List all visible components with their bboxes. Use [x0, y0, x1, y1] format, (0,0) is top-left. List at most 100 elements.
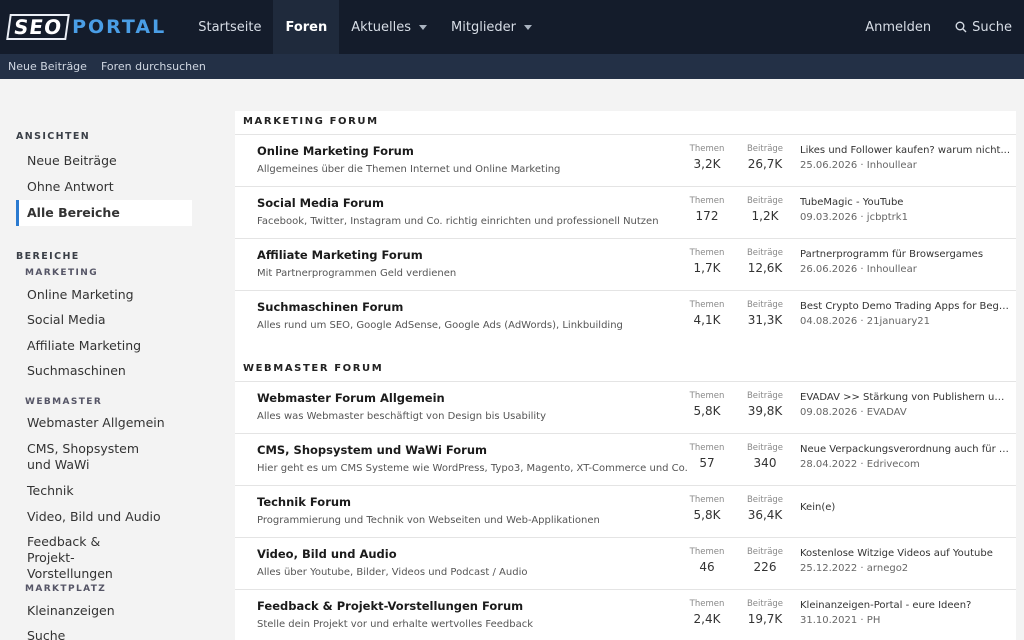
forum-description: Alles über Youtube, Bilder, Videos und P… — [257, 567, 528, 578]
stat-label: Themen — [689, 443, 725, 453]
subnav-neue-beitraege[interactable]: Neue Beiträge — [8, 60, 87, 73]
stat-beitraege: Beiträge 12,6K — [735, 248, 795, 275]
stat-themen: Themen 5,8K — [677, 391, 737, 418]
stat-label: Themen — [689, 196, 725, 206]
nav-startseite[interactable]: Startseite — [186, 0, 273, 54]
sidebar-item-suche[interactable]: Suche — [0, 628, 190, 640]
stat-label: Beiträge — [746, 495, 784, 505]
forum-title[interactable]: Online Marketing Forum — [257, 144, 414, 158]
stat-beitraege: Beiträge 26,7K — [735, 144, 795, 171]
stat-themen: Themen 172 — [677, 196, 737, 223]
stat-value: 3,2K — [693, 157, 721, 171]
forum-title[interactable]: Video, Bild und Audio — [257, 547, 397, 561]
stat-themen: Themen 5,8K — [677, 495, 737, 522]
sidebar-item-technik[interactable]: Technik — [0, 483, 190, 498]
login-link[interactable]: Anmelden — [853, 0, 943, 54]
stat-beitraege: Beiträge 340 — [735, 443, 795, 470]
last-post-title[interactable]: Best Crypto Demo Trading Apps for Begin.… — [800, 301, 1010, 312]
forum-title[interactable]: Feedback & Projekt-Vorstellungen Forum — [257, 599, 523, 613]
site-logo[interactable]: SEO PORTAL — [6, 0, 167, 54]
forum-title[interactable]: Webmaster Forum Allgemein — [257, 391, 445, 405]
nav-foren[interactable]: Foren — [273, 0, 340, 54]
last-post-none: Kein(e) — [800, 502, 836, 513]
sidebar-item-suchmaschinen[interactable]: Suchmaschinen — [0, 363, 190, 378]
sidebar: ANSICHTEN Neue Beiträge Ohne Antwort All… — [0, 111, 211, 640]
nav-right: Anmelden Suche — [853, 0, 1024, 54]
forum-list: MARKETING FORUM Online Marketing Forum A… — [235, 111, 1016, 640]
stat-value: 26,7K — [747, 157, 783, 171]
search-link[interactable]: Suche — [943, 0, 1024, 54]
forum-title[interactable]: Suchmaschinen Forum — [257, 300, 403, 314]
stat-label: Beiträge — [746, 196, 784, 206]
stat-value: 46 — [699, 560, 715, 574]
stat-value: 39,8K — [747, 404, 783, 418]
subnav-foren-durchsuchen[interactable]: Foren durchsuchen — [101, 60, 206, 73]
search-label: Suche — [972, 19, 1012, 35]
stat-label: Themen — [689, 248, 725, 258]
last-post: Likes und Follower kaufen? warum nicht..… — [800, 145, 1010, 171]
stat-value: 5,8K — [693, 508, 721, 522]
sidebar-item-webmaster-allgemein[interactable]: Webmaster Allgemein — [0, 415, 190, 430]
main-nav: Startseite Foren Aktuelles Mitglieder — [186, 0, 544, 54]
last-post: Best Crypto Demo Trading Apps for Begin.… — [800, 301, 1010, 327]
sidebar-item-online-marketing[interactable]: Online Marketing — [0, 287, 190, 302]
last-post-title[interactable]: TubeMagic - YouTube — [800, 197, 1010, 208]
stat-label: Themen — [689, 599, 725, 609]
sidebar-item-alle-bereiche[interactable]: Alle Bereiche — [16, 200, 192, 226]
forum-description: Alles rund um SEO, Google AdSense, Googl… — [257, 320, 623, 331]
last-post-title[interactable]: Likes und Follower kaufen? warum nicht..… — [800, 145, 1010, 156]
sidebar-item-neue-beitraege[interactable]: Neue Beiträge — [0, 153, 190, 168]
stat-value: 1,2K — [751, 209, 779, 223]
stat-beitraege: Beiträge 1,2K — [735, 196, 795, 223]
stat-label: Themen — [689, 547, 725, 557]
sidebar-item-feedback[interactable]: Feedback & Projekt-Vorstellungen — [0, 534, 150, 582]
forum-row: Feedback & Projekt-Vorstellungen Forum S… — [235, 589, 1016, 640]
stat-value: 1,7K — [693, 261, 721, 275]
nav-label: Startseite — [198, 19, 262, 35]
last-post-title[interactable]: Kleinanzeigen-Portal - eure Ideen? — [800, 600, 1010, 611]
sidebar-item-social-media[interactable]: Social Media — [0, 312, 190, 327]
sidebar-item-affiliate-marketing[interactable]: Affiliate Marketing — [0, 338, 190, 353]
logo-seo-text: SEO — [6, 14, 70, 40]
last-post-title[interactable]: Neue Verpackungsverordnung auch für S... — [800, 444, 1010, 455]
last-post-title[interactable]: EVADAV >> Stärkung von Publishern und ..… — [800, 392, 1010, 403]
forum-title[interactable]: CMS, Shopsystem und WaWi Forum — [257, 443, 487, 457]
forum-row: Video, Bild und Audio Alles über Youtube… — [235, 537, 1016, 589]
stat-label: Beiträge — [746, 248, 784, 258]
last-post: Kleinanzeigen-Portal - eure Ideen? 31.10.… — [800, 600, 1010, 626]
forum-title[interactable]: Social Media Forum — [257, 196, 384, 210]
forum-row: Suchmaschinen Forum Alles rund um SEO, G… — [235, 290, 1016, 342]
last-post-title[interactable]: Partnerprogramm für Browsergames — [800, 249, 1010, 260]
last-post-title[interactable]: Kostenlose Witzige Videos auf Youtube — [800, 548, 1010, 559]
stat-label: Themen — [689, 144, 725, 154]
nav-aktuelles[interactable]: Aktuelles — [339, 0, 439, 54]
stat-beitraege: Beiträge 226 — [735, 547, 795, 574]
sidebar-item-video-bild-audio[interactable]: Video, Bild und Audio — [0, 509, 190, 524]
last-post-meta: 04.08.2026 · 21january21 — [800, 316, 930, 327]
stat-label: Themen — [689, 300, 725, 310]
sidebar-item-kleinanzeigen[interactable]: Kleinanzeigen — [0, 603, 190, 618]
last-post-meta: 28.04.2022 · Edrivecom — [800, 459, 920, 470]
forum-row: Online Marketing Forum Allgemeines über … — [235, 134, 1016, 186]
stat-value: 2,4K — [693, 612, 721, 626]
stat-beitraege: Beiträge 19,7K — [735, 599, 795, 626]
sidebar-subheading-marktplatz: MARKTPLATZ — [25, 584, 107, 594]
forum-title[interactable]: Affiliate Marketing Forum — [257, 248, 423, 262]
sidebar-subheading-marketing: MARKETING — [25, 268, 98, 278]
logo-portal-text: PORTAL — [72, 16, 167, 38]
last-post-meta: 25.06.2026 · Inhoullear — [800, 160, 917, 171]
stat-label: Themen — [689, 391, 725, 401]
forum-row: Social Media Forum Facebook, Twitter, In… — [235, 186, 1016, 238]
sidebar-item-cms[interactable]: CMS, Shopsystem und WaWi — [0, 441, 150, 473]
sub-navigation: Neue Beiträge Foren durchsuchen — [0, 54, 1024, 79]
forum-description: Alles was Webmaster beschäftigt von Desi… — [257, 411, 546, 422]
forum-description: Hier geht es um CMS Systeme wie WordPres… — [257, 463, 688, 474]
stat-label: Beiträge — [746, 443, 784, 453]
last-post-meta: 26.06.2026 · Inhoullear — [800, 264, 917, 275]
nav-mitglieder[interactable]: Mitglieder — [439, 0, 544, 54]
stat-themen: Themen 3,2K — [677, 144, 737, 171]
forum-title[interactable]: Technik Forum — [257, 495, 351, 509]
sidebar-item-ohne-antwort[interactable]: Ohne Antwort — [0, 179, 190, 194]
last-post: Neue Verpackungsverordnung auch für S...… — [800, 444, 1010, 470]
stat-beitraege: Beiträge 31,3K — [735, 300, 795, 327]
